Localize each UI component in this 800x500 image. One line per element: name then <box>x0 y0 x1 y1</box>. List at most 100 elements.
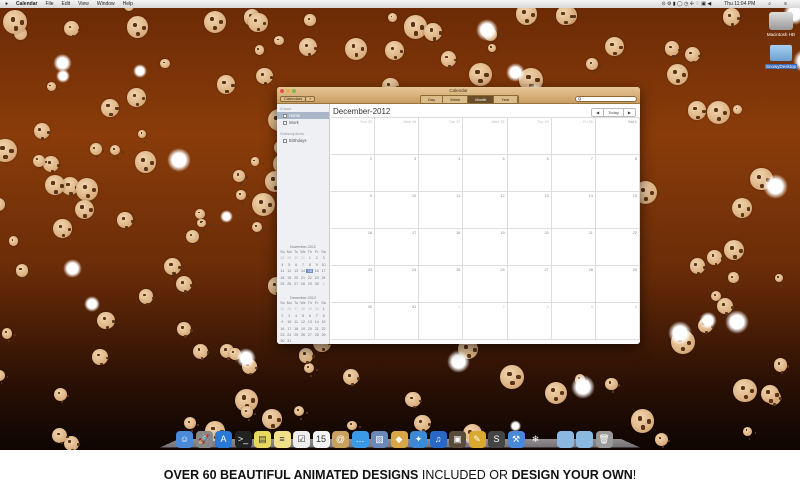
mini-date[interactable]: 13 <box>306 320 313 324</box>
mini-date[interactable]: 8 <box>306 263 313 267</box>
desktop-icon-folder[interactable]: SnowyDesktop <box>764 44 798 69</box>
menu-app[interactable]: Calendar <box>16 1 37 7</box>
mini-date[interactable]: 23 <box>279 333 286 337</box>
mini-date[interactable]: 24 <box>320 276 327 280</box>
day-cell[interactable]: 28 <box>551 266 596 303</box>
dock-sublime-icon[interactable]: S <box>488 431 505 448</box>
add-event-button[interactable]: + <box>305 96 316 102</box>
menu-edit[interactable]: Edit <box>62 1 71 7</box>
dock-itunes-icon[interactable]: ♫ <box>429 431 447 448</box>
mini-date[interactable]: 15 <box>306 269 314 274</box>
mini-date[interactable]: 13 <box>293 269 300 273</box>
mini-date[interactable]: 27 <box>293 282 300 286</box>
mini-date[interactable]: 27 <box>306 333 313 337</box>
clock[interactable]: Thu 11:04 PM <box>724 1 755 7</box>
mini-date[interactable]: 19 <box>286 276 293 280</box>
desktop-icon-hd[interactable]: Macintosh HD <box>764 12 798 37</box>
day-cell[interactable]: 13 <box>507 192 552 229</box>
dock-stickies-icon[interactable]: ▤ <box>254 431 271 448</box>
tab-year[interactable]: Year <box>494 96 518 103</box>
mini-date[interactable]: 22 <box>320 327 327 331</box>
mini-date[interactable]: 1 <box>320 282 327 286</box>
day-cell[interactable]: 16 <box>331 229 376 266</box>
mini-date[interactable]: 11 <box>279 269 286 273</box>
dock-preview-icon[interactable]: ▨ <box>371 431 388 448</box>
mini-date[interactable]: 17 <box>286 327 293 331</box>
day-cell[interactable]: 10 <box>375 192 420 229</box>
day-cell[interactable]: 29 <box>595 266 640 303</box>
mini-date[interactable]: 1 <box>320 307 327 311</box>
mini-date[interactable]: 28 <box>313 333 320 337</box>
dock-snowy-icon[interactable]: ❄ <box>527 431 544 448</box>
mini-date[interactable]: 2 <box>313 256 320 260</box>
mini-date[interactable]: 26 <box>286 282 293 286</box>
checkbox[interactable] <box>283 138 287 143</box>
day-cell[interactable]: Thu 29 <box>507 118 552 155</box>
mini-date[interactable]: 3 <box>286 314 293 318</box>
dock-safari-icon[interactable]: ✦ <box>410 431 427 448</box>
calendar-item-work[interactable]: Work <box>277 119 329 126</box>
day-cell[interactable]: 17 <box>375 229 420 266</box>
mini-date[interactable]: 18 <box>293 327 300 331</box>
menu-view[interactable]: View <box>78 1 89 7</box>
mini-date[interactable]: 30 <box>279 339 286 343</box>
mini-date[interactable]: 26 <box>286 307 293 311</box>
mini-date[interactable]: 11 <box>293 320 300 324</box>
day-cell[interactable]: 3 <box>375 155 420 192</box>
mini-date[interactable]: 24 <box>286 333 293 337</box>
mini-date[interactable]: 5 <box>286 263 293 267</box>
dock-xcode-icon[interactable]: ⚒ <box>507 431 525 448</box>
mini-date[interactable]: 16 <box>313 269 320 273</box>
mini-date[interactable]: 3 <box>320 256 327 260</box>
day-cell[interactable]: 2 <box>331 155 376 192</box>
mini-date[interactable]: 27 <box>293 307 300 311</box>
mini-date[interactable]: 28 <box>279 256 286 260</box>
dock-messages-icon[interactable]: … <box>351 431 369 448</box>
dock-launchpad-icon[interactable]: 🚀 <box>195 431 213 448</box>
menu-help[interactable]: Help <box>123 1 133 7</box>
day-cell[interactable]: 14 <box>551 192 596 229</box>
dock-reminders-icon[interactable]: ☑ <box>293 431 310 448</box>
dock-archive-icon[interactable]: ◆ <box>390 431 408 448</box>
mini-date[interactable]: 30 <box>313 307 320 311</box>
mini-date[interactable]: 30 <box>313 282 320 286</box>
day-cell[interactable]: 1 <box>419 303 464 340</box>
dock-app-store-icon[interactable]: A <box>215 431 232 448</box>
mini-date[interactable]: 14 <box>313 320 320 324</box>
search-input[interactable]: Q <box>575 96 637 102</box>
day-cell[interactable]: 19 <box>463 229 508 266</box>
day-cell[interactable]: 21 <box>551 229 596 266</box>
mini-date[interactable]: 20 <box>306 327 313 331</box>
mini-date[interactable]: 2 <box>279 314 286 318</box>
dock-photo-booth-icon[interactable]: ▣ <box>449 431 466 448</box>
mini-date[interactable]: 9 <box>313 263 320 267</box>
mini-date[interactable]: 1 <box>306 256 313 260</box>
mini-date[interactable]: 7 <box>300 263 307 267</box>
mini-date[interactable]: 23 <box>313 276 320 280</box>
day-cell[interactable]: 22 <box>595 229 640 266</box>
mini-date[interactable]: 28 <box>300 307 307 311</box>
mini-date[interactable]: 21 <box>313 327 320 331</box>
tab-day[interactable]: Day <box>421 96 444 103</box>
dock-trash-icon[interactable]: 🗑 <box>595 431 613 448</box>
calendar-item-birthdays[interactable]: Birthdays <box>277 137 329 144</box>
status-icons[interactable]: ⊙ ⚙ ▮ ◯ ◷ ✢ ♡ ▣ ◀ <box>661 1 711 7</box>
mini-date[interactable]: 22 <box>306 276 313 280</box>
day-cell[interactable]: 12 <box>463 192 508 229</box>
day-cell[interactable]: 23 <box>331 266 376 303</box>
day-cell[interactable]: 11 <box>419 192 464 229</box>
day-cell[interactable]: 7 <box>551 155 596 192</box>
day-cell[interactable]: 4 <box>419 155 464 192</box>
dock-iphoto-icon[interactable]: ✎ <box>468 431 486 448</box>
tab-week[interactable]: Week <box>443 96 469 103</box>
dock-notes-icon[interactable]: ≡ <box>273 431 291 448</box>
calendars-button[interactable]: Calendars <box>280 96 307 102</box>
mini-date[interactable]: 10 <box>320 263 327 267</box>
day-cell[interactable]: 5 <box>595 303 640 340</box>
day-cell[interactable]: Fri 30 <box>551 118 596 155</box>
mini-date[interactable]: 25 <box>293 333 300 337</box>
mini-date[interactable]: 20 <box>293 276 300 280</box>
apple-icon[interactable]: ● <box>5 1 8 7</box>
next-button[interactable]: ▶ <box>624 109 635 116</box>
mini-date[interactable]: 10 <box>286 320 293 324</box>
